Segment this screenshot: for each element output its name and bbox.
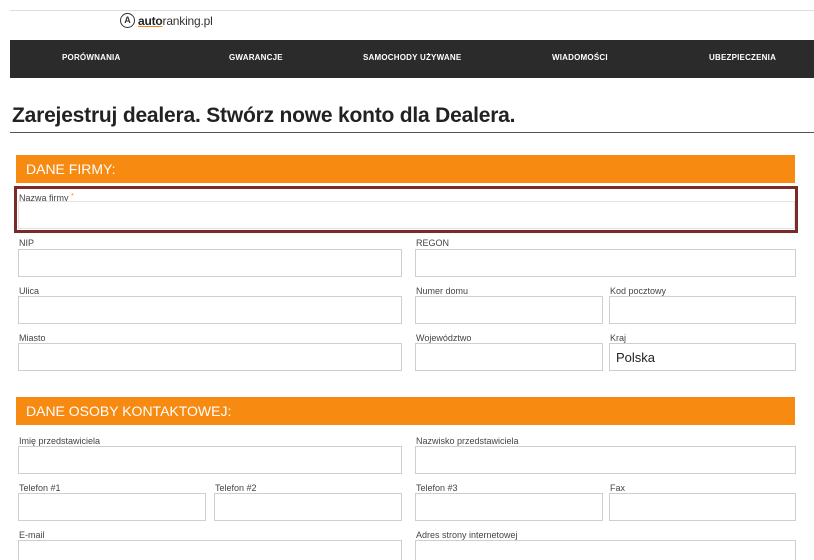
- house-number-input[interactable]: [415, 296, 603, 324]
- site-logo[interactable]: A autoranking.pl: [120, 13, 213, 28]
- fax-label: Fax: [610, 483, 626, 493]
- voivodeship-label: Województwo: [416, 333, 472, 343]
- country-label: Kraj: [610, 333, 627, 343]
- city-input[interactable]: [18, 343, 402, 371]
- logo-text: autoranking.pl: [138, 13, 213, 28]
- email-label: E-mail: [19, 530, 45, 540]
- nav-item-ubezpieczenia[interactable]: UBEZPIECZENIA: [709, 53, 776, 62]
- house-number-label: Numer domu: [416, 286, 469, 296]
- first-name-input[interactable]: [18, 446, 402, 474]
- page-title: Zarejestruj dealera. Stwórz nowe konto d…: [12, 104, 516, 127]
- nav-item-samochody-uzywane[interactable]: SAMOCHODY UŻYWANE: [363, 53, 461, 62]
- nip-label: NIP: [19, 238, 35, 248]
- phone3-input[interactable]: [415, 493, 603, 521]
- logo-icon: A: [120, 13, 135, 28]
- street-label: Ulica: [19, 286, 40, 296]
- phone1-input[interactable]: [18, 493, 206, 521]
- phone1-label: Telefon #1: [19, 483, 61, 493]
- last-name-label: Nazwisko przedstawiciela: [416, 436, 519, 446]
- title-divider: [10, 132, 814, 133]
- phone3-label: Telefon #3: [416, 483, 458, 493]
- fax-input[interactable]: [609, 493, 796, 521]
- country-input[interactable]: [609, 343, 796, 371]
- postal-code-label: Kod pocztowy: [610, 286, 667, 296]
- voivodeship-input[interactable]: [415, 343, 603, 371]
- phone2-input[interactable]: [214, 493, 402, 521]
- website-input[interactable]: [415, 540, 796, 560]
- last-name-input[interactable]: [415, 446, 796, 474]
- section-header-company: DANE FIRMY:: [16, 155, 795, 183]
- regon-label: REGON: [416, 238, 450, 248]
- website-label: Adres strony internetowej: [416, 530, 518, 540]
- nip-input[interactable]: [18, 249, 402, 277]
- phone2-label: Telefon #2: [215, 483, 257, 493]
- email-input[interactable]: [18, 540, 402, 560]
- nav-item-wiadomosci[interactable]: WIADOMOŚCI: [552, 53, 608, 62]
- section-header-contact: DANE OSOBY KONTAKTOWEJ:: [16, 397, 795, 425]
- regon-input[interactable]: [415, 249, 796, 277]
- company-name-input[interactable]: [18, 201, 795, 229]
- city-label: Miasto: [19, 333, 46, 343]
- nav-item-gwarancje[interactable]: GWARANCJE: [229, 53, 283, 62]
- postal-code-input[interactable]: [609, 296, 796, 324]
- nav-item-porownania[interactable]: PORÓWNANIA: [62, 53, 120, 62]
- street-input[interactable]: [18, 296, 402, 324]
- first-name-label: Imię przedstawiciela: [19, 436, 101, 446]
- required-mark: *: [71, 193, 74, 200]
- main-nav: PORÓWNANIA GWARANCJE SAMOCHODY UŻYWANE W…: [10, 40, 814, 78]
